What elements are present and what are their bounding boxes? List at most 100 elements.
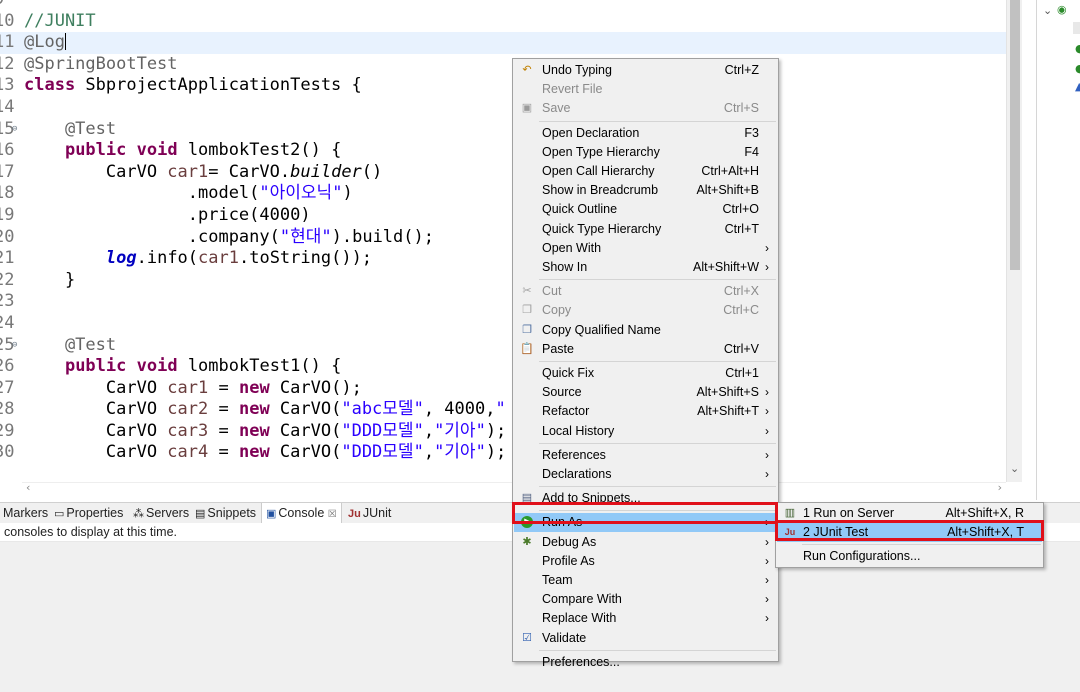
menu-item-shortcut: F3 — [744, 125, 759, 140]
line-number: 30 — [0, 442, 15, 463]
code-line[interactable]: 26 public void lombokTest1() { — [0, 356, 1006, 378]
menu-separator — [539, 649, 776, 651]
menu-item-label: Show In — [542, 260, 588, 274]
code-token: "DDD모델" — [341, 420, 424, 441]
menu-item-quick-type-hierarchy[interactable]: Quick Type Hierarchy Ctrl+T — [514, 220, 777, 239]
tab-junit[interactable]: Ju JUnit — [348, 506, 391, 520]
code-text: CarVO car2 = new CarVO("abc모델", 4000," — [24, 399, 506, 421]
tab-label: Markers — [3, 506, 49, 520]
menu-item-preferences[interactable]: Preferences... — [514, 653, 777, 672]
scroll-down-arrow-icon[interactable]: ⌄ — [1010, 462, 1019, 475]
method-outline-icon[interactable]: ● — [1075, 62, 1080, 75]
menu-item-replace-with[interactable]: Replace With › — [514, 609, 777, 628]
menu-item-open-call-hierarchy[interactable]: Open Call Hierarchy Ctrl+Alt+H — [514, 162, 777, 181]
menu-item-declarations[interactable]: Declarations › — [514, 465, 777, 484]
scrollbar-thumb[interactable] — [1010, 0, 1020, 270]
code-area[interactable]: 910 //JUNIT 11 @Log 12 @SpringBootTest 13 class… — [0, 0, 1006, 464]
menu-item-quick-fix[interactable]: Quick Fix Ctrl+1 — [514, 364, 777, 383]
code-token: car1 — [198, 248, 239, 269]
code-line[interactable]: 27 CarVO car1 = new CarVO(); — [0, 378, 1006, 400]
menu-item-open-with[interactable]: Open With › — [514, 239, 777, 258]
code-token: car3 — [167, 420, 209, 441]
menu-item-debug-as[interactable]: ✱ Debug As › — [514, 533, 777, 552]
code-text: class SbprojectApplicationTests { — [24, 75, 362, 97]
annotation-outline-icon[interactable] — [1073, 22, 1080, 34]
code-line[interactable]: 12 @SpringBootTest — [0, 54, 1006, 76]
fold-toggle-icon[interactable]: ⊖ — [12, 119, 17, 141]
code-token: .price(4000) — [24, 204, 311, 225]
menu-item-local-history[interactable]: Local History › — [514, 422, 777, 441]
menu-item-copy[interactable]: ❐ Copy Ctrl+C — [514, 301, 777, 320]
menu-item-references[interactable]: References › — [514, 446, 777, 465]
menu-item-quick-outline[interactable]: Quick Outline Ctrl+O — [514, 200, 777, 219]
menu-item-open-type-hierarchy[interactable]: Open Type Hierarchy F4 — [514, 143, 777, 162]
menu-item-label: Revert File — [542, 82, 603, 97]
line-number: 18 — [0, 183, 15, 204]
code-line[interactable]: 16 public void lombokTest2() { — [0, 140, 1006, 162]
tab-servers[interactable]: ⁂ Servers — [133, 506, 189, 520]
code-line[interactable]: 24 — [0, 313, 1006, 335]
code-line[interactable]: 22 } — [0, 270, 1006, 292]
submenu-arrow-icon: › — [765, 260, 769, 274]
code-token: new — [238, 377, 270, 398]
code-line[interactable]: 30 CarVO car4 = new CarVO("DDD모델","기아"); — [0, 442, 1006, 464]
menu-item-source[interactable]: Source Alt+Shift+S › — [514, 383, 777, 402]
tab-properties[interactable]: ▭ Properties — [54, 506, 123, 520]
menu-item-show-in[interactable]: Show In Alt+Shift+W › — [514, 258, 777, 277]
code-line[interactable]: 19 .price(4000) — [0, 205, 1006, 227]
menu-item-label: Quick Fix — [542, 366, 595, 380]
menu-item-open-declaration[interactable]: Open Declaration F3 — [514, 124, 777, 143]
code-line[interactable]: 21 log.info(car1.toString()); — [0, 248, 1006, 270]
menu-item-shortcut: Ctrl+O — [722, 202, 759, 217]
code-line[interactable]: 17 CarVO car1= CarVO.builder() — [0, 162, 1006, 184]
code-token: CarVO( — [269, 420, 342, 441]
field-outline-icon[interactable]: ▲ — [1075, 80, 1080, 93]
fold-toggle-icon[interactable]: ⊖ — [12, 335, 17, 357]
code-line[interactable]: 14 — [0, 97, 1006, 119]
code-line[interactable]: 20 .company("현대").build(); — [0, 227, 1006, 249]
menu-item-refactor[interactable]: Refactor Alt+Shift+T › — [514, 402, 777, 421]
scroll-left-arrow-icon[interactable]: ‹ — [26, 481, 30, 494]
expand-chevron-icon[interactable]: ⌄ — [1043, 4, 1052, 17]
menu-item-run-configurations[interactable]: Run Configurations... — [777, 547, 1042, 566]
code-token: car2 — [167, 399, 209, 420]
code-line[interactable]: 15⊖ @Test — [0, 119, 1006, 141]
menu-item-undo-typing[interactable]: ↶ Undo Typing Ctrl+Z — [514, 61, 777, 80]
submenu-arrow-icon: › — [765, 447, 769, 462]
tab-markers[interactable]: Markers — [3, 506, 48, 520]
code-line[interactable]: 11 @Log — [0, 32, 1006, 54]
class-outline-icon[interactable]: ◉ — [1057, 3, 1067, 16]
menu-item-shortcut: Alt+Shift+S — [696, 385, 759, 400]
tab-snippets[interactable]: ▤ Snippets — [195, 506, 256, 520]
code-text: .model("아이오닉") — [24, 183, 353, 205]
menu-item-profile-as[interactable]: Profile As › — [514, 552, 777, 571]
code-token: CarVO — [24, 399, 168, 420]
code-line[interactable]: 23 — [0, 291, 1006, 313]
menu-item-revert-file[interactable]: Revert File — [514, 80, 777, 99]
scroll-right-arrow-icon[interactable]: › — [998, 481, 1002, 494]
menu-item-cut[interactable]: ✂ Cut Ctrl+X — [514, 282, 777, 301]
submenu-arrow-icon: › — [765, 385, 769, 400]
code-line[interactable]: 9 — [0, 0, 1006, 11]
menu-item-validate[interactable]: ☑ Validate — [514, 629, 777, 648]
menu-item-team[interactable]: Team › — [514, 571, 777, 590]
method-outline-icon[interactable]: ● — [1075, 42, 1080, 55]
code-line[interactable]: 13 class SbprojectApplicationTests { — [0, 75, 1006, 97]
code-line[interactable]: 29 CarVO car3 = new CarVO("DDD모델","기아"); — [0, 421, 1006, 443]
menu-item-label: Open Type Hierarchy — [542, 144, 660, 159]
tab-console[interactable]: ▣ Console ☒ — [261, 503, 342, 525]
code-line[interactable]: 25⊖ @Test — [0, 335, 1006, 357]
editor-vertical-scrollbar[interactable]: ⌄ — [1006, 0, 1022, 482]
close-icon[interactable]: ☒ — [328, 509, 337, 520]
code-line[interactable]: 10 //JUNIT — [0, 11, 1006, 33]
menu-item-copy-qualified-name[interactable]: ❐ Copy Qualified Name — [514, 321, 777, 340]
menu-item-save[interactable]: ▣ Save Ctrl+S — [514, 99, 777, 118]
menu-item-paste[interactable]: 📋 Paste Ctrl+V — [514, 340, 777, 359]
code-editor[interactable]: 910 //JUNIT 11 @Log 12 @SpringBootTest 13 class… — [0, 0, 1022, 482]
code-token: ) — [342, 183, 353, 204]
menu-item-show-in-breadcrumb[interactable]: Show in Breadcrumb Alt+Shift+B — [514, 181, 777, 200]
menu-item-compare-with[interactable]: Compare With › — [514, 590, 777, 609]
code-line[interactable]: 18 .model("아이오닉") — [0, 183, 1006, 205]
code-line[interactable]: 28 CarVO car2 = new CarVO("abc모델", 4000,… — [0, 399, 1006, 421]
